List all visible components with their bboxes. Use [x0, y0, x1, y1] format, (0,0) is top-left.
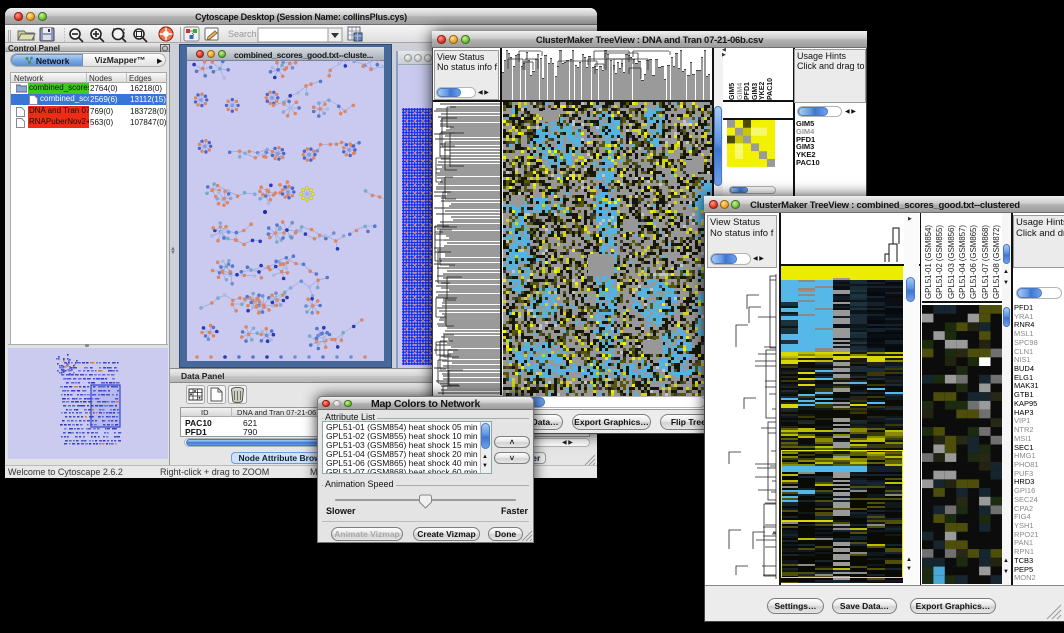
- svg-text:Search:: Search:: [228, 29, 259, 39]
